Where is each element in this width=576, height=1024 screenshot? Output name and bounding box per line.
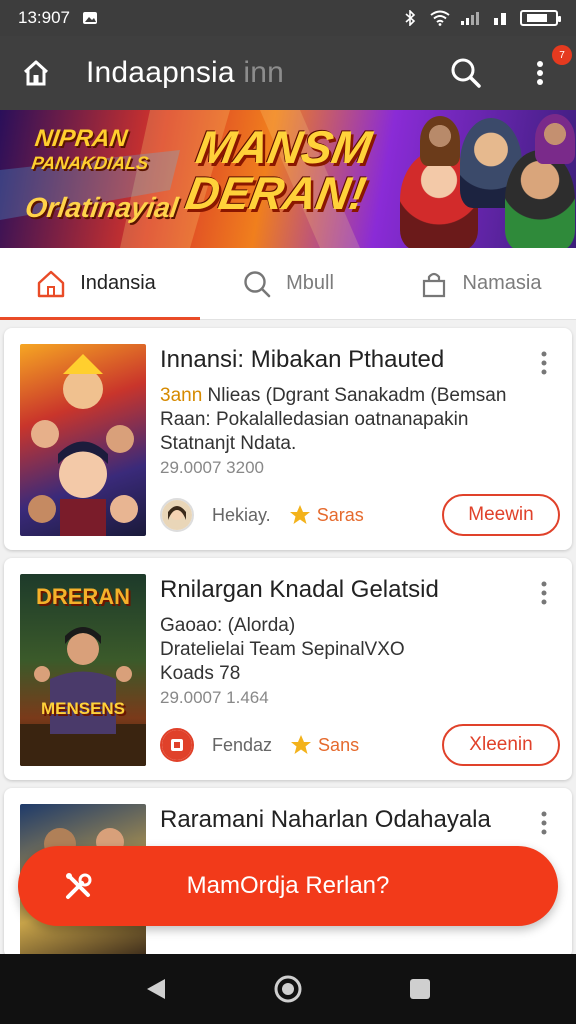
notification-badge: 7 — [552, 45, 572, 65]
card-rating-label: Sans — [318, 734, 360, 755]
bag-outline-icon — [422, 272, 445, 297]
app-title-suffix: inn — [243, 56, 284, 89]
card-author: Fendaz — [212, 734, 273, 755]
card-more-icon[interactable] — [540, 350, 552, 376]
banner-headline: MANSM DERAN! — [172, 121, 388, 219]
list-item[interactable]: DRERAN MENSENS Rnilargan Knadal Gelatsid… — [4, 558, 572, 780]
signal-icon — [460, 10, 480, 26]
card-desc-line2: Raan: Pokalalledasian oatnanapakin — [160, 409, 469, 430]
card-meta: Hekiay. Saras — [160, 498, 364, 532]
banner-headline-line2: DERAN! — [181, 167, 370, 219]
card-meta: Fendaz Sans — [160, 728, 359, 762]
card-rating: Sans — [290, 734, 359, 756]
banner-line1: NIPRAN — [33, 125, 130, 152]
thumb-subtitle: MENSENS — [40, 699, 126, 718]
card-description: 3ann Nlieas (Dgrant Sanakadm (Bemsan Raa… — [160, 384, 540, 456]
search-icon[interactable] — [448, 55, 484, 91]
star-icon — [291, 735, 312, 754]
card-author: Hekiay. — [212, 504, 271, 525]
tab-mbull[interactable]: Mbull — [192, 248, 384, 319]
home-icon[interactable] — [18, 55, 54, 91]
avatar[interactable] — [160, 498, 194, 532]
app-title: Indaapnsia inn — [86, 56, 284, 90]
card-desc-line1: Nlieas (Dgrant Sanakadm (Bemsan — [202, 385, 507, 406]
card-desc-line1: Gaoao: (Alorda) — [160, 615, 296, 636]
card-desc-line3: Statnanjt Ndata. — [160, 433, 297, 454]
tab-indansia[interactable]: Indansia — [0, 248, 200, 320]
banner-line3: Orlatinayial — [23, 192, 181, 223]
card-title: Innansi: Mibakan Pthauted — [160, 346, 445, 373]
back-icon[interactable] — [138, 971, 174, 1007]
card-rating: Saras — [289, 504, 364, 526]
banner-line2: PANAKDIALS — [30, 153, 150, 173]
more-menu-icon[interactable]: 7 — [522, 45, 572, 91]
floating-action-button[interactable]: MamOrdja Rerlan? — [18, 846, 558, 926]
signal-icon-2 — [490, 10, 510, 26]
home-circle-icon[interactable] — [270, 971, 306, 1007]
promo-banner[interactable]: NIPRAN PANAKDIALS Orlatinayial MANSM DER… — [0, 110, 576, 248]
status-bar: 13:907 — [0, 0, 576, 36]
bluetooth-icon — [400, 10, 420, 26]
app-bar: Indaapnsia inn 7 — [0, 36, 576, 110]
card-thumbnail — [20, 344, 146, 536]
tab-indansia-label: Indansia — [80, 272, 156, 294]
card-desc-line2: Dratelielai Team SepinalVXO — [160, 639, 405, 660]
tab-namasia[interactable]: Namasia — [384, 248, 576, 319]
card-title: Raramani Naharlan Odahayala — [160, 806, 491, 833]
card-desc-line3: Koads 78 — [160, 663, 241, 684]
card-action-button[interactable]: Xleenin — [442, 724, 560, 766]
banner-left-text: NIPRAN PANAKDIALS Orlatinayial — [23, 125, 189, 224]
card-thumbnail: DRERAN MENSENS — [20, 574, 146, 766]
home-outline-icon — [37, 270, 65, 297]
card-more-icon[interactable] — [540, 580, 552, 606]
system-nav-bar — [0, 954, 576, 1024]
battery-icon — [520, 10, 561, 26]
list-item[interactable]: Innansi: Mibakan Pthauted 3ann Nlieas (D… — [4, 328, 572, 550]
card-desc-highlight: 3ann — [160, 385, 203, 406]
card-action-button[interactable]: Meewin — [442, 494, 560, 536]
clock: 13:907 — [18, 8, 70, 27]
tab-mbull-label: Mbull — [286, 272, 334, 294]
star-icon — [289, 505, 310, 524]
card-more-icon[interactable] — [540, 810, 552, 836]
wifi-icon — [430, 10, 450, 26]
tab-bar: Indansia Mbull Namasia — [0, 248, 576, 320]
app-title-text: Indaapnsia — [86, 56, 235, 89]
search-outline-icon — [244, 270, 271, 297]
recents-icon[interactable] — [402, 971, 438, 1007]
card-title: Rnilargan Knadal Gelatsid — [160, 576, 439, 603]
avatar[interactable] — [160, 728, 194, 762]
card-rating-label: Saras — [316, 504, 364, 525]
image-notification-icon — [80, 10, 100, 26]
thumb-title: DRERAN — [35, 584, 131, 609]
card-date: 29.0007 3200 — [160, 458, 264, 477]
card-description: Gaoao: (Alorda) Dratelielai Team Sepinal… — [160, 614, 540, 686]
card-date: 29.0007 1.464 — [160, 688, 269, 707]
fab-label: MamOrdja Rerlan? — [186, 872, 390, 899]
banner-headline-line1: MANSM — [192, 121, 376, 173]
tab-namasia-label: Namasia — [462, 272, 542, 294]
